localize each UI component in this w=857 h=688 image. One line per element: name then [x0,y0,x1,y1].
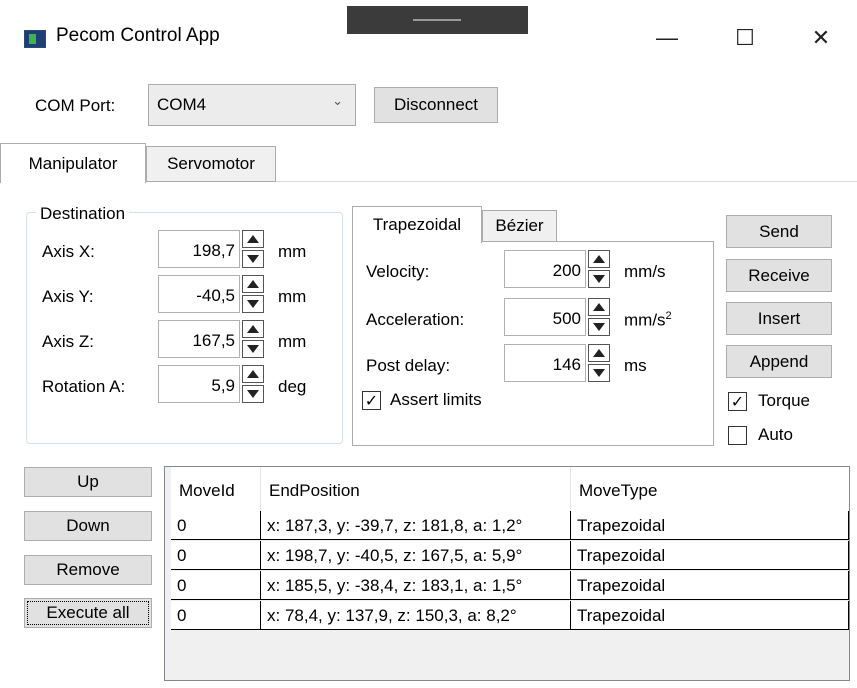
rotation-a-unit: deg [278,377,307,396]
acceleration-label: Acceleration: [366,310,465,329]
disconnect-button[interactable]: Disconnect [374,87,498,123]
assert-limits-label: Assert limits [390,390,482,409]
spin-up-icon[interactable] [242,275,264,293]
app-icon [24,30,46,48]
cell-moveid: 0 [171,511,261,540]
column-header-endposition[interactable]: EndPosition [261,467,571,511]
rotation-a-input[interactable]: 5,9 [158,365,240,403]
post-delay-unit: ms [624,356,647,375]
spin-up-icon[interactable] [588,298,610,316]
cell-movetype: Trapezoidal [571,601,849,630]
axis-y-label: Axis Y: [42,287,94,306]
cell-moveid: 0 [171,541,261,570]
column-header-moveid[interactable]: MoveId [171,467,261,511]
spin-down-icon[interactable] [588,318,610,336]
axis-z-spinner[interactable] [242,320,264,358]
send-button[interactable]: Send [726,215,832,248]
post-delay-input[interactable]: 146 [504,344,586,382]
down-button[interactable]: Down [24,511,152,541]
auto-checkbox[interactable] [728,426,747,445]
com-port-select[interactable]: COM4 ⌄ [148,84,356,126]
drag-handle[interactable] [347,6,528,34]
cell-movetype: Trapezoidal [571,511,849,540]
minimize-button[interactable]: — [644,18,690,58]
assert-limits-checkbox[interactable]: ✓ [362,391,381,410]
window-title: Pecom Control App [56,25,220,46]
tab-trapezoidal[interactable]: Trapezoidal [352,206,482,243]
spin-down-icon[interactable] [242,385,264,403]
close-button[interactable]: ✕ [798,18,844,58]
axis-y-input[interactable]: -40,5 [158,275,240,313]
table-row[interactable]: 0 x: 78,4, y: 137,9, z: 150,3, a: 8,2° T… [171,601,849,630]
up-button[interactable]: Up [24,467,152,497]
post-delay-spinner[interactable] [588,344,610,382]
remove-button[interactable]: Remove [24,555,152,585]
checkmark-icon: ✓ [730,393,745,411]
axis-z-input[interactable]: 167,5 [158,320,240,358]
destination-title: Destination [36,204,130,224]
axis-x-unit: mm [278,242,307,261]
chevron-down-icon: ⌄ [332,93,343,108]
tab-servomotor[interactable]: Servomotor [146,146,276,182]
axis-x-spinner[interactable] [242,230,264,268]
cell-endposition: x: 187,3, y: -39,7, z: 181,8, a: 1,2° [261,511,571,540]
torque-checkbox[interactable]: ✓ [728,392,747,411]
spin-up-icon[interactable] [588,250,610,268]
axis-y-unit: mm [278,287,307,306]
com-port-label: COM Port: [35,96,116,115]
torque-label: Torque [758,391,810,410]
spin-up-icon[interactable] [588,344,610,362]
axis-z-label: Axis Z: [42,332,94,351]
velocity-input[interactable]: 200 [504,250,586,288]
spin-down-icon[interactable] [242,295,264,313]
spin-up-icon[interactable] [242,365,264,383]
cell-moveid: 0 [171,601,261,630]
table-row[interactable]: 0 x: 187,3, y: -39,7, z: 181,8, a: 1,2° … [171,511,849,540]
velocity-label: Velocity: [366,262,430,281]
cell-endposition: x: 185,5, y: -38,4, z: 183,1, a: 1,5° [261,571,571,600]
spin-up-icon[interactable] [242,320,264,338]
com-port-value: COM4 [157,95,207,114]
table-row[interactable]: 0 x: 185,5, y: -38,4, z: 183,1, a: 1,5° … [171,571,849,600]
tab-manipulator[interactable]: Manipulator [0,143,146,183]
axis-x-input[interactable]: 198,7 [158,230,240,268]
moves-grid[interactable]: MoveId EndPosition MoveType 0 x: 187,3, … [164,466,850,681]
auto-label: Auto [758,425,793,444]
rotation-a-label: Rotation A: [42,377,126,396]
axis-y-spinner[interactable] [242,275,264,313]
rotation-a-spinner[interactable] [242,365,264,403]
acceleration-input[interactable]: 500 [504,298,586,336]
spin-up-icon[interactable] [242,230,264,248]
axis-z-unit: mm [278,332,307,351]
cell-moveid: 0 [171,571,261,600]
acceleration-unit: mm/s2 [624,310,672,330]
cell-movetype: Trapezoidal [571,541,849,570]
execute-all-button[interactable]: Execute all [24,598,152,628]
velocity-unit: mm/s [624,262,666,281]
checkmark-icon: ✓ [364,392,379,410]
append-button[interactable]: Append [726,345,832,378]
insert-button[interactable]: Insert [726,302,832,335]
cell-movetype: Trapezoidal [571,571,849,600]
spin-down-icon[interactable] [242,340,264,358]
maximize-button[interactable]: ☐ [722,18,768,58]
spin-down-icon[interactable] [588,270,610,288]
table-row[interactable]: 0 x: 198,7, y: -40,5, z: 167,5, a: 5,9° … [171,541,849,570]
axis-x-label: Axis X: [42,242,95,261]
acceleration-spinner[interactable] [588,298,610,336]
spin-down-icon[interactable] [242,250,264,268]
cell-endposition: x: 198,7, y: -40,5, z: 167,5, a: 5,9° [261,541,571,570]
cell-endposition: x: 78,4, y: 137,9, z: 150,3, a: 8,2° [261,601,571,630]
receive-button[interactable]: Receive [726,259,832,292]
velocity-spinner[interactable] [588,250,610,288]
tab-bezier[interactable]: Bézier [482,210,557,242]
spin-down-icon[interactable] [588,364,610,382]
column-header-movetype[interactable]: MoveType [571,467,849,511]
post-delay-label: Post delay: [366,356,451,375]
